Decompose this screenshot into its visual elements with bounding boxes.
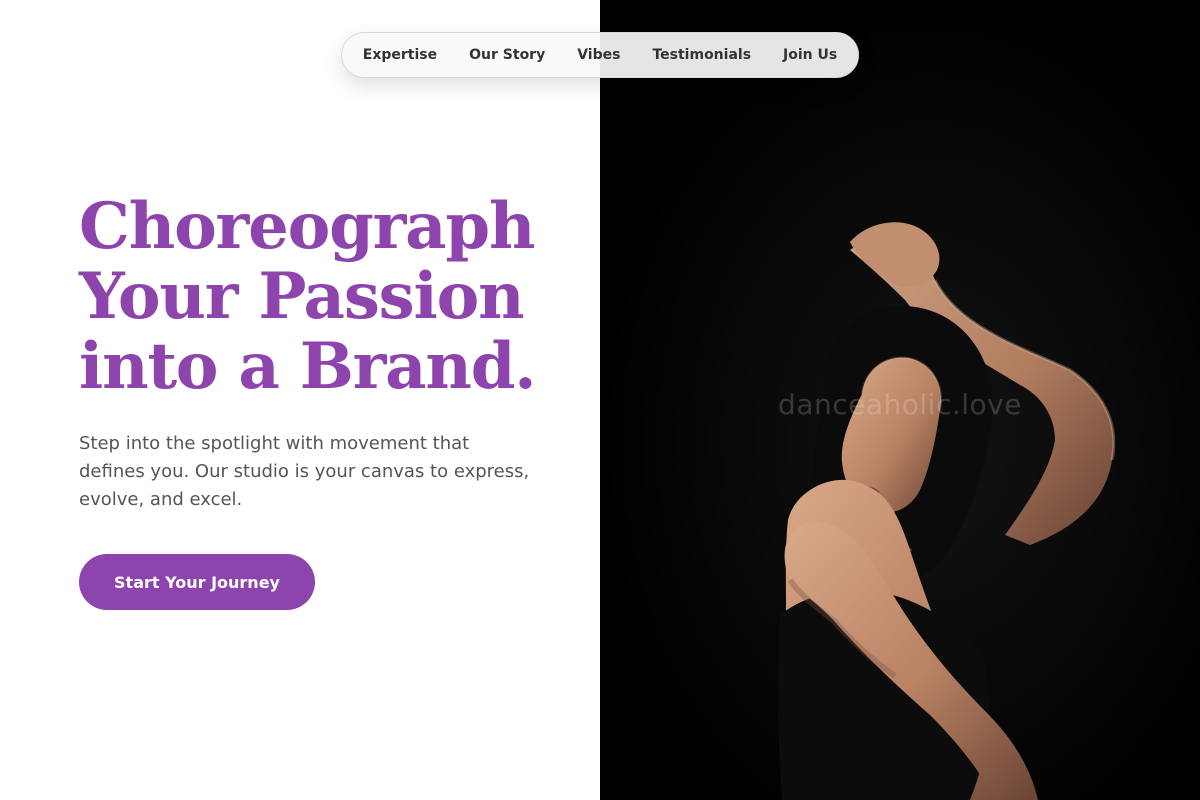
nav-item-testimonials[interactable]: Testimonials [652, 47, 751, 63]
hero-subtext: Step into the spotlight with movement th… [79, 433, 530, 510]
headline-line-3: into a Brand. [79, 329, 537, 404]
landing-page: Choreograph Your Passion into a Brand. S… [0, 0, 1200, 800]
headline-line-1: Choreograph [79, 189, 536, 264]
nav-item-join-us[interactable]: Join Us [783, 47, 837, 63]
hero-image-panel [600, 0, 1200, 800]
hero-headline: Choreograph Your Passion into a Brand. [79, 192, 559, 402]
dancer-photo [600, 0, 1200, 800]
top-nav: Expertise Our Story Vibes Testimonials J… [341, 32, 859, 78]
headline-line-2: Your Passion [79, 259, 525, 334]
hero-left-panel: Choreograph Your Passion into a Brand. S… [0, 0, 600, 800]
nav-item-expertise[interactable]: Expertise [363, 47, 437, 63]
nav-item-our-story[interactable]: Our Story [469, 47, 545, 63]
nav-item-vibes[interactable]: Vibes [577, 47, 620, 63]
start-journey-button[interactable]: Start Your Journey [79, 554, 315, 610]
